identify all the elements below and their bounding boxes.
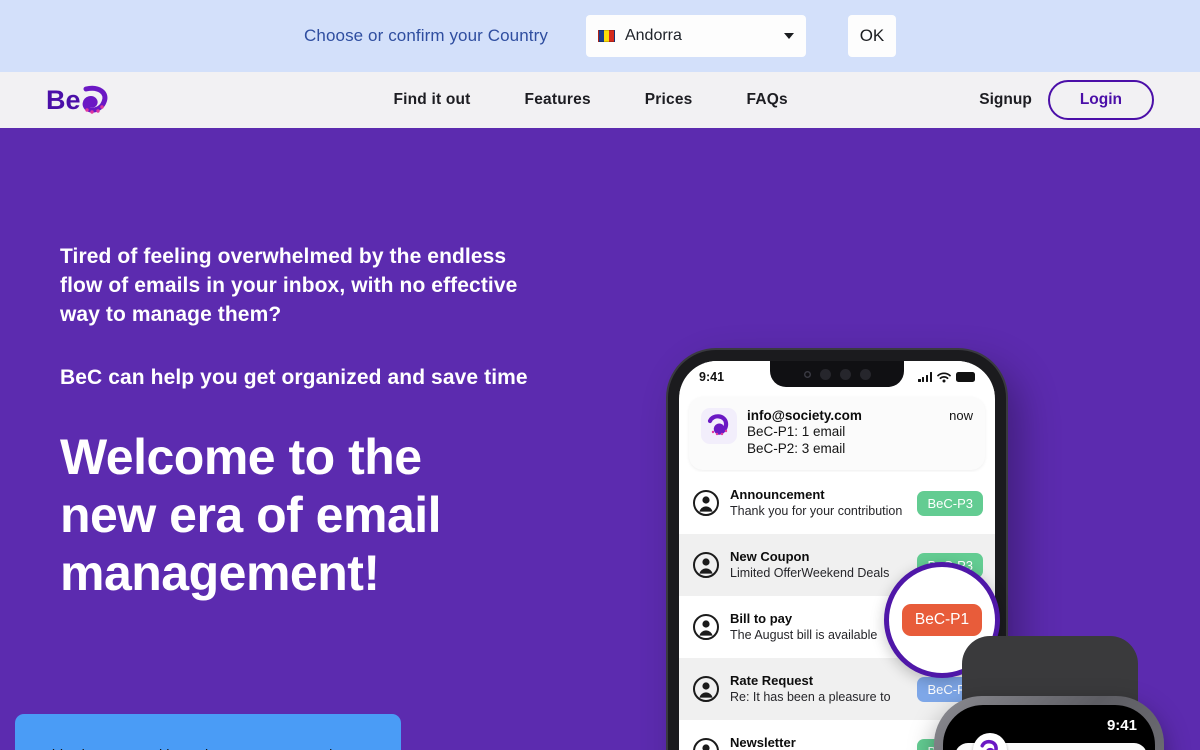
avatar-icon (693, 614, 719, 640)
country-prompt-label: Choose or confirm your Country (304, 26, 548, 45)
notification-sender: info@society.com (747, 408, 862, 423)
bec-logo[interactable]: Be (46, 83, 112, 117)
nav-link-prices[interactable]: Prices (645, 91, 693, 109)
table-row[interactable]: Announcement Thank you for your contribu… (679, 472, 995, 534)
nav-links: Find it out Features Prices FAQs (202, 91, 979, 109)
battery-icon (956, 372, 975, 382)
bec-logo-icon: Be (46, 85, 108, 115)
phone-notification-card[interactable]: info@society.com now BeC-P1: 1 email BeC… (689, 397, 985, 470)
avatar-icon (693, 490, 719, 516)
mail-text: Newsletter One of the best binary (730, 734, 917, 750)
wifi-icon (937, 371, 951, 382)
hero-headline: Welcome to the new era of email manageme… (60, 429, 442, 601)
chevron-down-icon (783, 33, 794, 39)
watch-body: 9:41 now info@society.com BeC-P1: 1 emai… (934, 696, 1164, 750)
main-navbar: Be Find it out Features Prices FAQs Sign… (0, 72, 1200, 128)
mail-text: Rate Request Re: It has been a pleasure … (730, 672, 917, 706)
mail-preview: Thank you for your contribution (730, 504, 903, 518)
sensor-icon (839, 368, 851, 380)
bec-app-icon (701, 408, 737, 444)
mail-title: Announcement (730, 487, 825, 502)
avatar-icon (693, 738, 719, 750)
phone-notch (770, 361, 904, 387)
phone-clock: 9:41 (699, 370, 725, 384)
country-ok-button[interactable]: OK (847, 15, 896, 57)
bec-app-icon (973, 733, 1007, 750)
country-select[interactable]: Andorra (585, 15, 806, 57)
bec-app-icon-glyph (707, 414, 729, 436)
hero-section: Tired of feeling overwhelmed by the endl… (0, 128, 1200, 750)
sensor-icon (819, 368, 831, 380)
nav-account-actions: Signup Login (979, 80, 1154, 120)
notification-header: info@society.com now (747, 408, 973, 423)
login-button[interactable]: Login (1047, 80, 1154, 120)
nav-link-faqs[interactable]: FAQs (747, 91, 788, 109)
mail-preview: Limited OfferWeekend Deals (730, 566, 890, 580)
mail-text: New Coupon Limited OfferWeekend Deals (730, 548, 917, 582)
signal-bars-icon (918, 372, 932, 382)
country-select-value: Andorra (624, 27, 682, 44)
country-confirm-bar: Choose or confirm your Country Andorra O… (0, 0, 1200, 72)
nav-link-features[interactable]: Features (525, 91, 591, 109)
notification-body: info@society.com now BeC-P1: 1 email BeC… (747, 408, 973, 457)
hero-lead-1: Tired of feeling overwhelmed by the endl… (60, 245, 518, 326)
status-badge-highlighted: BeC-P1 (901, 604, 983, 636)
signup-link[interactable]: Signup (979, 91, 1032, 109)
avatar-icon (693, 676, 719, 702)
mail-title: New Coupon (730, 549, 810, 564)
avatar-icon (693, 552, 719, 578)
sensor-icon (859, 368, 871, 380)
smartwatch-mockup: 9:41 now info@society.com BeC-P1: 1 emai… (928, 636, 1176, 750)
watch-screen: 9:41 now info@society.com BeC-P1: 1 emai… (943, 705, 1155, 750)
hero-lead-2: BeC can help you get organized and save … (60, 366, 528, 389)
cookie-banner-text: This site uses cookies to improve user e… (43, 740, 373, 750)
svg-text:Be: Be (46, 85, 81, 115)
notification-line-1: BeC-P1: 1 email (747, 424, 846, 439)
mail-title: Newsletter (730, 735, 796, 750)
bec-app-icon-glyph (980, 739, 998, 750)
notification-line-2: BeC-P2: 3 email (747, 441, 846, 456)
status-badge: BeC-P3 (917, 490, 983, 516)
phone-status-icons (918, 371, 975, 383)
mail-preview: Re: It has been a pleasure to (730, 690, 891, 704)
cookie-consent-banner: This site uses cookies to improve user e… (15, 714, 401, 750)
mail-text: Announcement Thank you for your contribu… (730, 486, 917, 520)
nav-link-find-it-out[interactable]: Find it out (393, 91, 470, 109)
andorra-flag-icon (597, 30, 615, 42)
watch-clock: 9:41 (1106, 717, 1137, 734)
front-camera-icon (803, 370, 811, 378)
hero-copy: Tired of feeling overwhelmed by the endl… (60, 242, 530, 602)
mail-title: Rate Request (730, 673, 814, 688)
notification-timestamp: now (949, 408, 973, 423)
